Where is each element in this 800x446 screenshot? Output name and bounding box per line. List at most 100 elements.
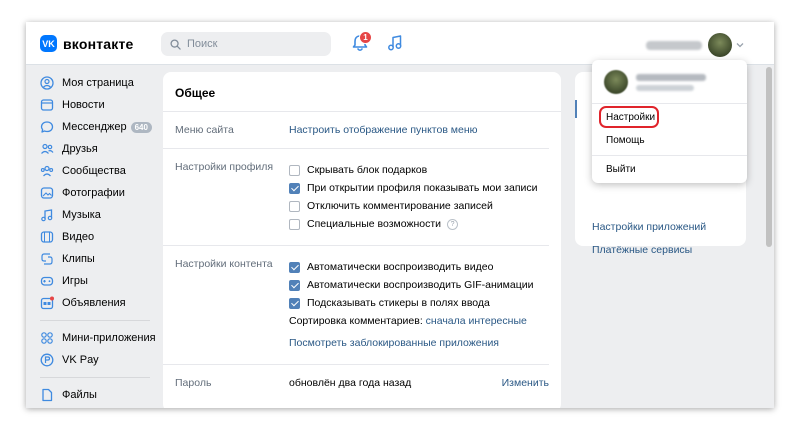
search-input[interactable] xyxy=(187,38,317,50)
comment-sort-value[interactable]: сначала интересные xyxy=(426,315,527,327)
sidebar-item-label: Друзья xyxy=(62,143,98,155)
comment-sort-label: Сортировка комментариев: xyxy=(289,315,423,327)
avatar xyxy=(708,33,732,57)
dropdown-item-logout[interactable]: Выйти xyxy=(606,164,636,175)
dropdown-user-card[interactable] xyxy=(604,70,706,94)
dropdown-divider xyxy=(592,155,747,156)
sidebar-item-music[interactable]: Музыка xyxy=(38,204,163,226)
sidebar-item-vkpay[interactable]: VK Pay xyxy=(38,349,163,371)
sidebar-item-games[interactable]: Игры xyxy=(38,270,163,292)
password-status: обновлён два года назад xyxy=(289,377,412,389)
blocked-apps-row: Посмотреть заблокированные приложения xyxy=(289,334,549,352)
checkbox-hide-gifts[interactable]: Скрывать блок подарков xyxy=(289,161,549,179)
search-icon xyxy=(170,38,181,50)
settings-row-content: Настройки контента Автоматически воспрои… xyxy=(163,246,549,365)
sidebar-item-communities[interactable]: Сообщества xyxy=(38,160,163,182)
checkbox-box-checked[interactable] xyxy=(289,182,300,194)
dropdown-item-help[interactable]: Помощь xyxy=(606,135,645,146)
checkbox-show-my-posts[interactable]: При открытии профиля показывать мои запи… xyxy=(289,179,549,197)
checkbox-box-checked[interactable] xyxy=(289,279,300,291)
photo-icon xyxy=(40,187,54,199)
friends-icon xyxy=(41,143,54,154)
nav-app-settings[interactable]: Настройки приложений xyxy=(592,221,706,233)
checkbox-label: Автоматически воспроизводить видео xyxy=(307,261,494,273)
vkpay-icon xyxy=(40,353,54,367)
chat-bubble-icon xyxy=(40,121,54,133)
change-password-link[interactable]: Изменить xyxy=(502,377,549,389)
checkbox-disable-comments[interactable]: Отключить комментирование записей xyxy=(289,197,549,215)
mini-apps-icon xyxy=(41,332,53,344)
search-box[interactable] xyxy=(161,32,331,56)
vk-logo-icon: VK xyxy=(40,35,57,52)
row-label-profile: Настройки профиля xyxy=(175,161,274,173)
user-circle-icon xyxy=(40,76,54,90)
sidebar-item-label: Фотографии xyxy=(62,187,125,199)
sidebar-item-label: Объявления xyxy=(62,297,126,309)
checkbox-box[interactable] xyxy=(289,164,300,176)
top-header: VK вконтакте 1 xyxy=(26,22,774,65)
sidebar-item-friends[interactable]: Друзья xyxy=(38,138,163,160)
configure-menu-link[interactable]: Настроить отображение пунктов меню xyxy=(289,124,478,136)
sidebar-item-photos[interactable]: Фотографии xyxy=(38,182,163,204)
row-label-password: Пароль xyxy=(175,377,212,389)
sidebar-item-messenger[interactable]: Мессенджер 640 xyxy=(38,116,163,138)
scrollbar[interactable] xyxy=(766,67,772,247)
sidebar-item-label: Моя страница xyxy=(62,77,134,89)
sidebar-item-files[interactable]: Файлы xyxy=(38,384,163,406)
sidebar-item-video[interactable]: Видео xyxy=(38,226,163,248)
blocked-apps-link[interactable]: Посмотреть заблокированные приложения xyxy=(289,337,499,349)
nav-payment-services[interactable]: Платёжные сервисы xyxy=(592,244,692,256)
sidebar-item-label: Клипы xyxy=(62,253,95,265)
page-title: Общее xyxy=(163,72,561,112)
user-menu-toggle[interactable] xyxy=(646,33,744,57)
settings-row-password: Пароль обновлён два года назад Изменить xyxy=(163,365,549,401)
music-note-icon xyxy=(41,209,53,222)
settings-row-profile: Настройки профиля Скрывать блок подарков… xyxy=(163,149,549,246)
notification-badge: 1 xyxy=(359,31,372,44)
browser-frame: VK вконтакте 1 Моя страница Новости Месс… xyxy=(26,22,774,408)
sidebar-item-label: Сообщества xyxy=(62,165,126,177)
comment-sort-setting: Сортировка комментариев: сначала интерес… xyxy=(289,312,549,330)
checkbox-label: Отключить комментирование записей xyxy=(307,200,493,212)
sidebar-item-label: Видео xyxy=(62,231,95,243)
checkbox-label: Автоматически воспроизводить GIF-анимаци… xyxy=(307,279,534,291)
sidebar-item-my-page[interactable]: Моя страница xyxy=(38,72,163,94)
sidebar-item-clips[interactable]: Клипы xyxy=(38,248,163,270)
vk-logo-text: вконтакте xyxy=(63,35,134,52)
newspaper-icon xyxy=(40,99,54,111)
video-icon xyxy=(40,231,54,243)
vk-logo[interactable]: VK вконтакте xyxy=(40,35,134,52)
communities-icon xyxy=(40,165,54,177)
checkbox-suggest-stickers[interactable]: Подсказывать стикеры в полях ввода xyxy=(289,294,549,312)
ads-icon xyxy=(40,296,54,310)
help-icon[interactable]: ? xyxy=(447,218,459,230)
gamepad-icon xyxy=(40,276,54,286)
checkbox-autoplay-gif[interactable]: Автоматически воспроизводить GIF-анимаци… xyxy=(289,276,549,294)
checkbox-accessibility[interactable]: Специальные возможности? xyxy=(289,215,549,233)
left-sidebar: Моя страница Новости Мессенджер 640 Друз… xyxy=(38,72,163,406)
sidebar-item-label: VK Pay xyxy=(62,354,99,366)
checkbox-label: Подсказывать стикеры в полях ввода xyxy=(307,297,490,309)
checkbox-box[interactable] xyxy=(289,200,300,212)
row-label-content: Настройки контента xyxy=(175,258,273,270)
checkbox-box-checked[interactable] xyxy=(289,297,300,309)
chevron-down-icon xyxy=(736,43,744,48)
sidebar-item-label: Мини-приложения xyxy=(62,332,156,344)
sidebar-item-label: Музыка xyxy=(62,209,101,221)
user-dropdown-menu: Настройки Помощь Выйти xyxy=(592,60,747,183)
dropdown-item-settings[interactable]: Настройки xyxy=(606,112,655,123)
sidebar-item-label: Файлы xyxy=(62,389,97,401)
clips-icon xyxy=(41,253,53,265)
settings-row-menu: Меню сайта Настроить отображение пунктов… xyxy=(163,112,549,149)
sidebar-item-news[interactable]: Новости xyxy=(38,94,163,116)
checkbox-autoplay-video[interactable]: Автоматически воспроизводить видео xyxy=(289,258,549,276)
checkbox-box-checked[interactable] xyxy=(289,261,300,273)
sidebar-divider xyxy=(40,377,150,378)
music-icon[interactable] xyxy=(386,34,404,52)
sidebar-item-label: Новости xyxy=(62,99,105,111)
messenger-count-badge: 640 xyxy=(130,121,152,133)
sidebar-item-ads[interactable]: Объявления xyxy=(38,292,163,314)
checkbox-label: Специальные возможности xyxy=(307,218,442,230)
sidebar-item-mini-apps[interactable]: Мини-приложения xyxy=(38,327,163,349)
checkbox-box[interactable] xyxy=(289,218,300,230)
